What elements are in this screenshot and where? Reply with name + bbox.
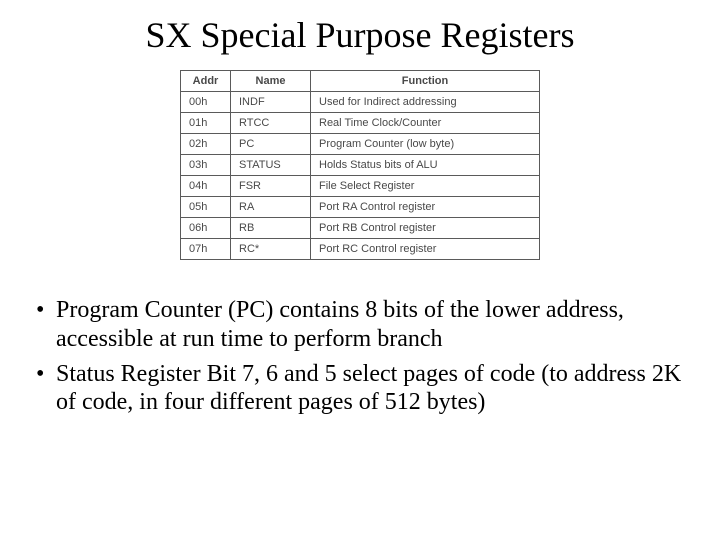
cell-addr: 02h: [181, 134, 231, 155]
cell-name: PC: [231, 134, 311, 155]
cell-name: STATUS: [231, 155, 311, 176]
table-row: 05h RA Port RA Control register: [181, 197, 540, 218]
th-name: Name: [231, 71, 311, 92]
cell-function: Port RA Control register: [311, 197, 540, 218]
table-row: 06h RB Port RB Control register: [181, 218, 540, 239]
th-addr: Addr: [181, 71, 231, 92]
table-row: 03h STATUS Holds Status bits of ALU: [181, 155, 540, 176]
table-row: 04h FSR File Select Register: [181, 176, 540, 197]
cell-name: RA: [231, 197, 311, 218]
cell-name: RB: [231, 218, 311, 239]
page-title: SX Special Purpose Registers: [0, 0, 720, 56]
cell-function: File Select Register: [311, 176, 540, 197]
cell-function: Real Time Clock/Counter: [311, 113, 540, 134]
slide: SX Special Purpose Registers Addr Name F…: [0, 0, 720, 540]
register-table: Addr Name Function 00h INDF Used for Ind…: [180, 70, 540, 260]
cell-name: RC*: [231, 239, 311, 260]
register-table-wrap: Addr Name Function 00h INDF Used for Ind…: [180, 70, 540, 260]
cell-addr: 04h: [181, 176, 231, 197]
cell-addr: 03h: [181, 155, 231, 176]
table-header-row: Addr Name Function: [181, 71, 540, 92]
bullet-list: Program Counter (PC) contains 8 bits of …: [36, 296, 700, 417]
cell-addr: 00h: [181, 92, 231, 113]
bullet-item: Status Register Bit 7, 6 and 5 select pa…: [36, 360, 700, 418]
cell-addr: 01h: [181, 113, 231, 134]
cell-function: Used for Indirect addressing: [311, 92, 540, 113]
table-row: 00h INDF Used for Indirect addressing: [181, 92, 540, 113]
cell-function: Program Counter (low byte): [311, 134, 540, 155]
table-row: 07h RC* Port RC Control register: [181, 239, 540, 260]
bullet-item: Program Counter (PC) contains 8 bits of …: [36, 296, 700, 354]
table-row: 02h PC Program Counter (low byte): [181, 134, 540, 155]
table-row: 01h RTCC Real Time Clock/Counter: [181, 113, 540, 134]
cell-function: Port RB Control register: [311, 218, 540, 239]
cell-addr: 06h: [181, 218, 231, 239]
cell-addr: 07h: [181, 239, 231, 260]
cell-name: INDF: [231, 92, 311, 113]
cell-name: FSR: [231, 176, 311, 197]
cell-name: RTCC: [231, 113, 311, 134]
th-function: Function: [311, 71, 540, 92]
cell-function: Holds Status bits of ALU: [311, 155, 540, 176]
cell-addr: 05h: [181, 197, 231, 218]
cell-function: Port RC Control register: [311, 239, 540, 260]
